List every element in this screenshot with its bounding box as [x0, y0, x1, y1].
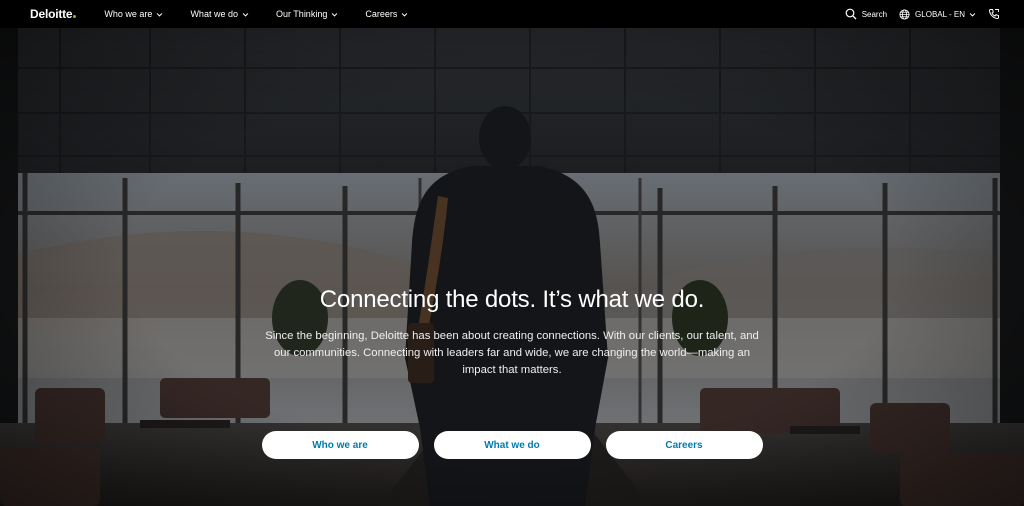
- nav-item-who-we-are[interactable]: Who we are: [104, 9, 163, 19]
- contact-button[interactable]: [988, 8, 1000, 20]
- logo-text: Deloitte: [30, 7, 73, 21]
- hero-section: Connecting the dots. It’s what we do. Si…: [0, 28, 1024, 506]
- chevron-down-icon: [332, 12, 338, 17]
- what-we-do-button[interactable]: What we do: [433, 431, 591, 459]
- search-icon: [845, 8, 857, 20]
- logo-dot: [73, 15, 77, 18]
- phone-icon: [988, 9, 999, 20]
- chevron-down-icon: [242, 12, 249, 17]
- search-button[interactable]: Search: [845, 8, 887, 20]
- hero-cta-row: Who we are What we do Careers: [0, 431, 1024, 459]
- nav-item-label: Who we are: [104, 9, 153, 19]
- hero-text-block: Connecting the dots. It’s what we do. Si…: [0, 286, 1024, 379]
- nav-item-label: Our Thinking: [275, 9, 328, 19]
- utility-nav: Search GLOBAL - EN: [833, 8, 1000, 20]
- region-selector[interactable]: GLOBAL - EN: [899, 8, 976, 20]
- who-we-are-button[interactable]: Who we are: [261, 431, 419, 459]
- region-label: GLOBAL - EN: [915, 9, 965, 19]
- chevron-down-icon: [157, 12, 163, 17]
- nav-item-what-we-do[interactable]: What we do: [190, 9, 249, 19]
- main-menu: Who we are What we do Our Thinking Caree…: [104, 9, 435, 19]
- careers-button[interactable]: Careers: [605, 431, 763, 459]
- nav-item-label: Careers: [365, 9, 398, 19]
- deloitte-logo[interactable]: Deloitte: [30, 7, 77, 21]
- chevron-down-icon: [402, 12, 408, 17]
- top-navigation: Deloitte Who we are What we do Our Think…: [0, 0, 1024, 28]
- nav-item-our-thinking[interactable]: Our Thinking: [276, 9, 338, 19]
- hero-headline: Connecting the dots. It’s what we do.: [319, 286, 705, 313]
- chevron-down-icon: [969, 12, 976, 17]
- nav-item-label: What we do: [190, 9, 238, 19]
- hero-description: Since the beginning, Deloitte has been a…: [265, 330, 759, 376]
- globe-icon: [899, 8, 910, 20]
- search-label: Search: [861, 9, 888, 19]
- nav-item-careers[interactable]: Careers: [365, 9, 408, 19]
